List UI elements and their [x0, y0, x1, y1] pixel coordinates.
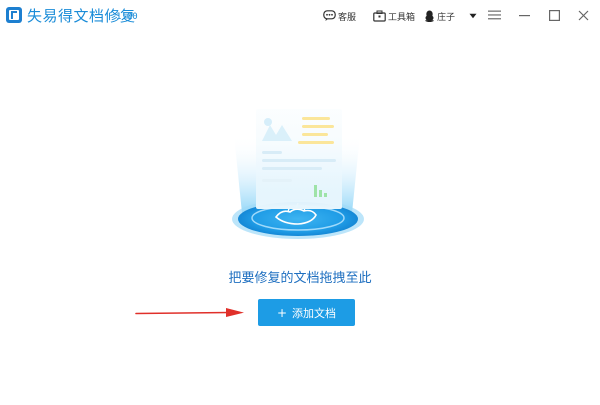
document-upload-illustration[interactable]: [212, 95, 382, 255]
minimize-button[interactable]: [516, 7, 532, 23]
maximize-button[interactable]: [546, 7, 562, 23]
add-document-label: 添加文档: [292, 306, 337, 320]
user-dropdown[interactable]: [469, 8, 479, 24]
drop-hint-text: 把要修复的文档拖拽至此: [228, 271, 372, 286]
user-label: 庄子: [437, 12, 456, 23]
maximize-icon: [548, 9, 560, 21]
toolbox-icon: [373, 10, 386, 22]
red-arrow-icon: [135, 308, 244, 317]
minimize-icon: [518, 14, 530, 16]
hamburger-menu-icon: [487, 10, 501, 20]
toolbox-label: 工具箱: [388, 12, 416, 23]
add-document-button[interactable]: + 添加文档: [258, 299, 355, 326]
app-version: 1.00: [116, 12, 138, 22]
title-bar: 失易得文档修复 1.00 客服 工具箱 庄子: [0, 0, 600, 32]
close-icon: [578, 10, 588, 20]
user-account[interactable]: 庄子: [424, 8, 455, 24]
plus-icon: +: [276, 305, 288, 320]
toolbox-button[interactable]: 工具箱: [373, 8, 415, 24]
close-button[interactable]: [575, 7, 591, 23]
app-window: 失易得文档修复 1.00 客服 工具箱 庄子 把要修复的文档拖拽至此 + 添加文…: [0, 0, 600, 405]
service-button[interactable]: 客服: [323, 8, 356, 24]
service-label: 客服: [338, 12, 357, 23]
main-menu-button[interactable]: [486, 7, 502, 23]
chat-icon: [323, 10, 336, 21]
qq-penguin-icon: [425, 10, 434, 22]
app-logo-icon: [6, 7, 22, 23]
caret-down-icon: [469, 13, 477, 19]
